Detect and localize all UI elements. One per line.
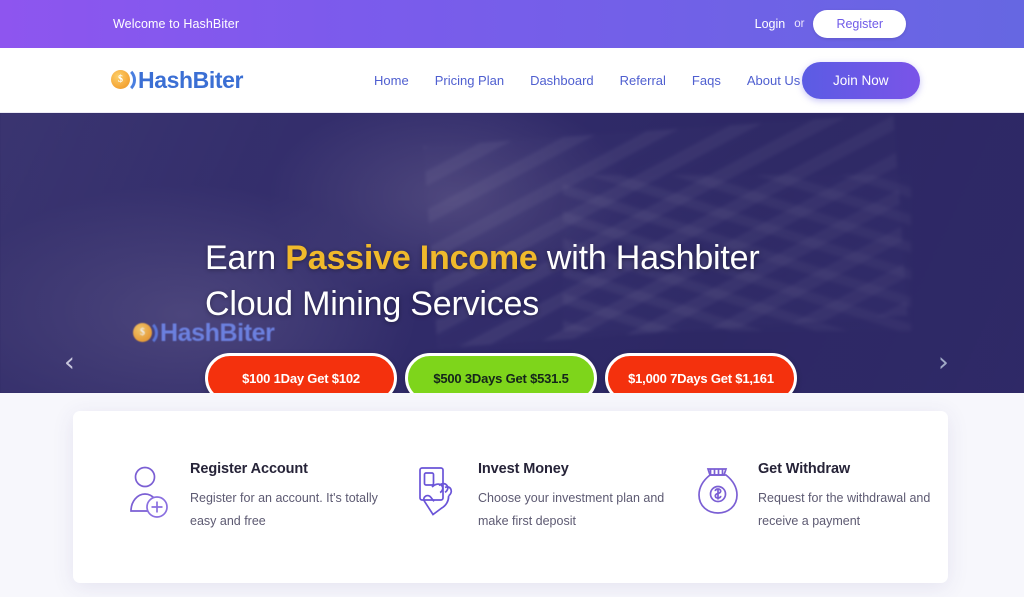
hand-card-icon (415, 465, 461, 519)
nav-item-about-us[interactable]: About Us (747, 73, 800, 88)
feature-title: Register Account (190, 461, 308, 477)
nav-item-pricing-plan[interactable]: Pricing Plan (435, 73, 504, 88)
join-now-button[interactable]: Join Now (802, 61, 920, 99)
hero-heading-part2: with Hashbiter (537, 239, 760, 277)
nav-item-faqs[interactable]: Faqs (692, 73, 721, 88)
feature-text-block: Register Account Register for an account… (190, 461, 390, 533)
hero-heading-part1: Earn (205, 239, 286, 277)
hero-watermark-logo: $ HashBiter (133, 320, 275, 346)
top-announcement-bar: Welcome to HashBiter Login or Register (0, 0, 1024, 48)
feature-description: Request for the withdrawal and receive a… (758, 491, 931, 528)
brand-name: HashBiter (138, 66, 244, 93)
hashbiter-coin-icon: $ (111, 67, 137, 93)
nav-links: Home Pricing Plan Dashboard Referral Faq… (374, 73, 800, 88)
login-link[interactable]: Login (755, 17, 786, 31)
plan-button-500[interactable]: $500 3Days Get $531.5 (405, 353, 597, 393)
brand-arc-icon (120, 67, 136, 93)
feature-text-block: Invest Money Choose your investment plan… (478, 461, 678, 533)
carousel-prev-icon[interactable]: ‹ (64, 349, 75, 376)
investment-plan-buttons: $100 1Day Get $102 $500 3Days Get $531.5… (205, 353, 995, 393)
feature-description: Choose your investment plan and make fir… (478, 491, 665, 528)
money-bag-icon (695, 465, 741, 519)
feature-get-withdraw: Get Withdraw Request for the withdrawal … (695, 461, 945, 533)
hero-watermark-brand-name: HashBiter (160, 318, 275, 347)
nav-item-referral[interactable]: Referral (620, 73, 666, 88)
plan-button-100[interactable]: $100 1Day Get $102 (205, 353, 397, 393)
hero-watermark-arc-icon (142, 320, 158, 346)
feature-invest-money: Invest Money Choose your investment plan… (415, 461, 685, 533)
hero-carousel: Earn Passive Income with Hashbiter Cloud… (0, 113, 1024, 393)
or-separator: or (794, 18, 805, 30)
main-navbar: $ HashBiter Home Pricing Plan Dashboard … (0, 48, 1024, 113)
feature-title: Invest Money (478, 461, 569, 477)
hero-watermark-coin-icon: $ (133, 320, 159, 346)
welcome-text: Welcome to HashBiter (113, 17, 240, 31)
brand-logo[interactable]: $ HashBiter (111, 67, 243, 93)
hero-heading: Earn Passive Income with Hashbiter Cloud… (205, 235, 845, 327)
user-plus-icon (127, 465, 173, 519)
features-card: Register Account Register for an account… (73, 411, 948, 583)
nav-item-dashboard[interactable]: Dashboard (530, 73, 594, 88)
feature-register-account: Register Account Register for an account… (127, 461, 399, 533)
hero-heading-line2: Cloud Mining Services (205, 285, 540, 323)
topbar-auth-group: Login or Register (755, 0, 906, 48)
feature-description: Register for an account. It's totally ea… (190, 491, 378, 528)
register-button[interactable]: Register (813, 10, 906, 38)
feature-title: Get Withdraw (758, 461, 851, 477)
feature-text-block: Get Withdraw Request for the withdrawal … (758, 461, 945, 533)
features-section: Register Account Register for an account… (0, 393, 1024, 597)
nav-item-home[interactable]: Home (374, 73, 409, 88)
plan-button-1000[interactable]: $1,000 7Days Get $1,161 (605, 353, 797, 393)
hero-heading-highlight: Passive Income (285, 239, 538, 277)
